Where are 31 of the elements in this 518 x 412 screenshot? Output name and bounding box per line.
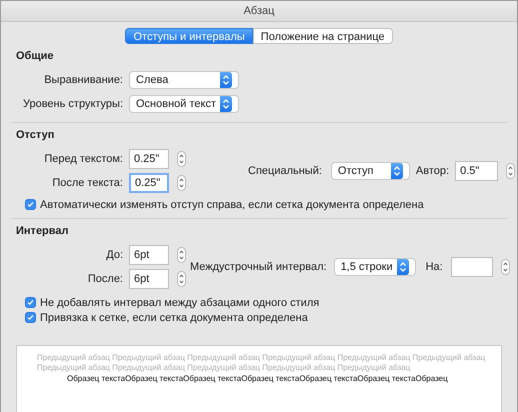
section-heading: Отступ — [16, 129, 54, 141]
input-field[interactable]: 0.25" — [129, 173, 169, 193]
checkbox-label: Не добавлять интервал между абзацами одного стиля — [40, 296, 320, 308]
checkbox-label: Привязка к сетке, если сетка документа определена — [40, 312, 308, 324]
field-label: Специальный: — [248, 165, 322, 177]
preview-previous-text: Предыдущий абзац Предыдущий абзац Предыдущий абзац Предыдущий абзац Предыдущий абзац — [37, 363, 412, 373]
field-label: Перед текстом: — [43, 153, 123, 165]
dropdown[interactable]: Отступ — [330, 162, 410, 180]
preview-previous-text: Предыдущий абзац Предыдущий абзац Предыдущий абзац Предыдущий абзац Предыдущий абзац Предыдущий абзац — [37, 353, 486, 363]
dropdown[interactable]: 1,5 строки — [334, 258, 416, 276]
field-label: Уровень структуры: — [22, 98, 123, 110]
field-label: После: — [86, 273, 123, 285]
input-field[interactable]: 6pt — [129, 245, 169, 265]
field-label: До: — [105, 249, 123, 261]
input-field[interactable]: 0.5" — [455, 161, 498, 181]
field-label: На: — [426, 261, 443, 273]
section-heading: Интервал — [16, 225, 68, 237]
checkbox-label: Автоматически изменять отступ справа, если сетка документа определена — [40, 198, 424, 210]
dropdown[interactable]: Слева — [129, 71, 239, 89]
section-heading: Общие — [16, 50, 54, 62]
field-label: Выравнивание: — [43, 74, 123, 86]
field-label: После текста: — [51, 177, 123, 189]
window-title: Абзац — [1, 1, 517, 22]
preview-sample-text: Образец текстаОбразец текстаОбразец текстаОбразец текстаОбразец текстаОбразец текстаОбразец — [67, 373, 449, 384]
field-label: Междустрочный интервал: — [190, 261, 327, 273]
field-label: Автор: — [416, 165, 450, 177]
input-field[interactable]: 6pt — [129, 269, 169, 289]
tab[interactable]: Положение на странице — [252, 28, 393, 44]
dropdown[interactable]: Основной текст — [129, 95, 239, 113]
tab[interactable]: Отступы и интервалы — [125, 28, 253, 44]
input-field[interactable]: 0.25" — [129, 149, 169, 169]
